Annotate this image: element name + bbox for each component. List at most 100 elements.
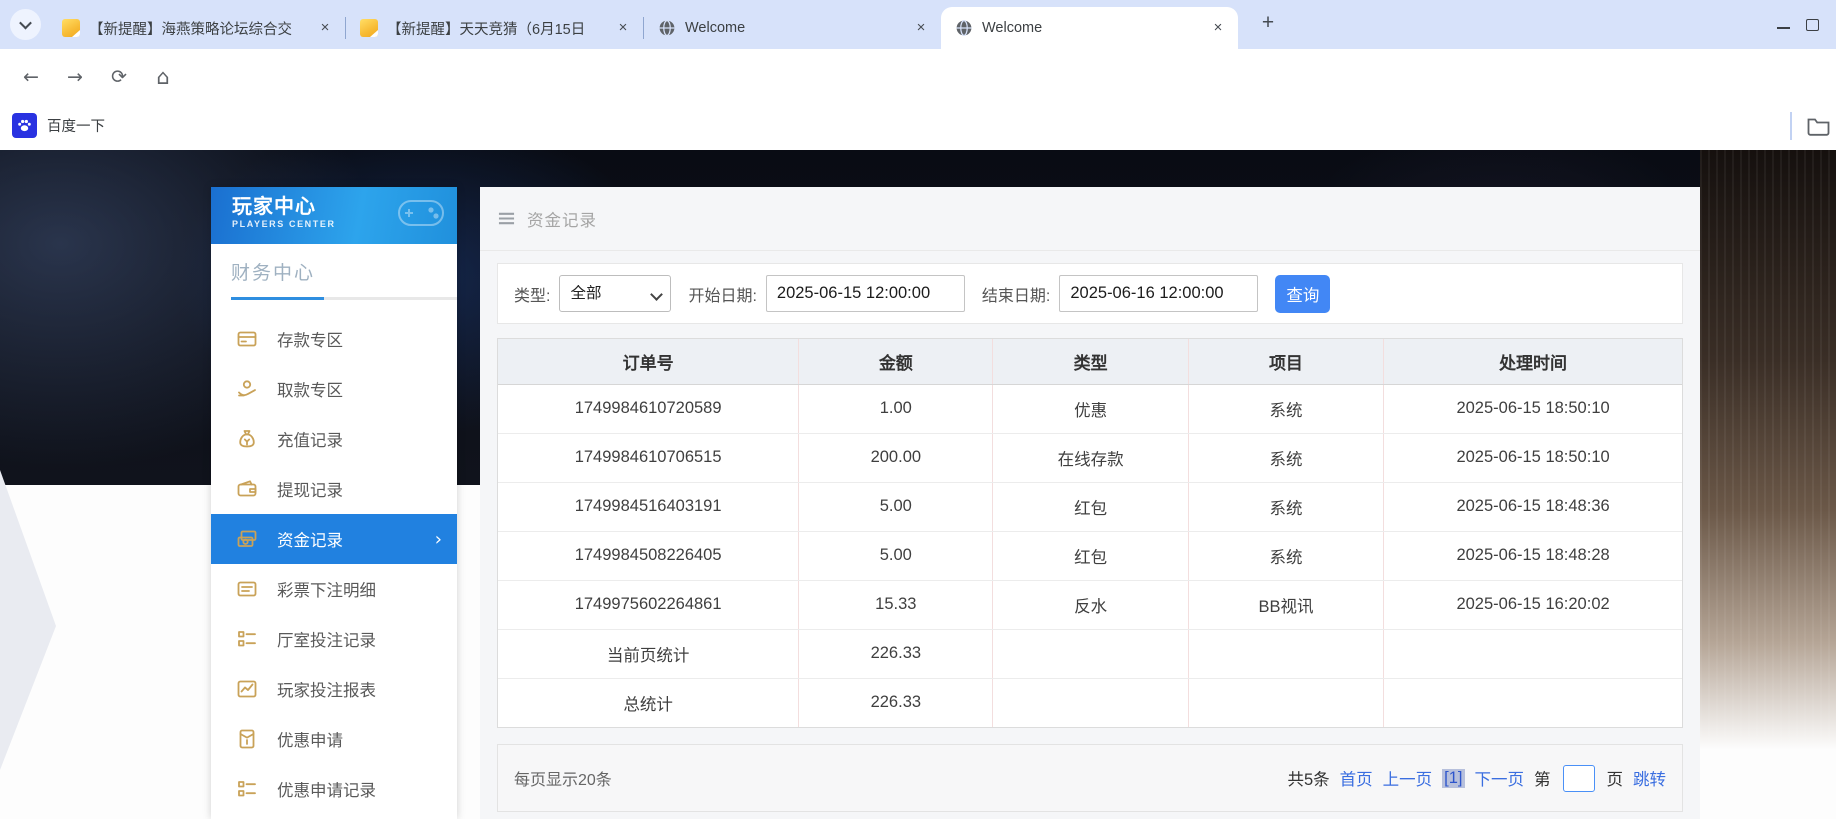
sidebar-item-label: 取款专区 [277, 382, 343, 400]
webpage-viewport: 玩家中心 PLAYERS CENTER 财务中心 存款专区取款专区充值记录提现记… [0, 150, 1836, 819]
sidebar-item-label: 彩票下注明细 [277, 582, 376, 600]
table-cell: 系统 [1188, 531, 1385, 581]
sidebar-item-label: 厅室投注记录 [277, 632, 376, 650]
tab-close-icon[interactable]: × [1208, 18, 1228, 38]
refresh-button[interactable]: ⟳ [104, 62, 134, 92]
funds-table-wrap: 订单号 金额 类型 项目 处理时间 1749984610720589 1.00 优惠 系统 20… [497, 338, 1683, 728]
table-cell: 1749975602264861 [498, 580, 800, 630]
bookmarks-divider [1790, 112, 1792, 140]
forward-button[interactable]: → [60, 62, 90, 92]
tab-search-button[interactable] [10, 9, 41, 40]
query-button[interactable]: 查询 [1275, 274, 1331, 313]
first-page-link[interactable]: 首页 [1340, 766, 1373, 790]
sidebar-item-label: 提现记录 [277, 482, 343, 500]
table-row: 当前页统计 226.33 [498, 629, 1682, 679]
sidebar-item-3[interactable]: 充值记录 [211, 414, 457, 464]
table-cell [1188, 678, 1385, 727]
forum-favicon [360, 19, 378, 37]
table-cell: 红包 [992, 531, 1189, 581]
sidebar-item-1[interactable]: 存款专区 [211, 314, 457, 364]
tab-title: 【新提醒】天天竞猜（6月15日 [387, 21, 586, 38]
table-cell: 优惠 [992, 384, 1189, 434]
browser-tab-strip: 【新提醒】海燕策略论坛综合交 × 【新提醒】天天竞猜（6月15日 × Welcome × W… [0, 0, 1836, 49]
bookmark-baidu[interactable]: 百度一下 [12, 113, 105, 138]
table-cell [992, 629, 1189, 679]
jump-suffix-label: 页 [1606, 771, 1624, 789]
minimize-button[interactable] [1760, 16, 1806, 34]
sidebar-item-label: 充值记录 [277, 432, 343, 450]
table-cell: 2025-06-15 16:20:02 [1383, 580, 1682, 630]
sidebar-item-2[interactable]: 取款专区 [211, 364, 457, 414]
table-row: 总统计 226.33 [498, 678, 1682, 727]
table-cell: 红包 [992, 482, 1189, 532]
table-cell [1383, 629, 1682, 679]
wallet-icon [236, 478, 258, 500]
next-page-link[interactable]: 下一页 [1475, 766, 1525, 790]
sidebar-item-label: 玩家投注报表 [277, 682, 376, 700]
end-date-label: 结束日期: [981, 287, 1051, 305]
forum-favicon [62, 19, 80, 37]
sidebar-section: 财务中心 [211, 244, 457, 300]
filter-bar: 类型: 全部 开始日期: 结束日期: 查询 [497, 263, 1683, 324]
tab-close-icon[interactable]: × [315, 18, 335, 38]
new-tab-button[interactable]: + [1255, 11, 1281, 37]
other-bookmarks-folder-icon[interactable] [1806, 115, 1831, 141]
player-center-sidebar: 玩家中心 PLAYERS CENTER 财务中心 存款专区取款专区充值记录提现记… [211, 187, 457, 819]
prev-page-link[interactable]: 上一页 [1383, 766, 1433, 790]
tab-close-icon[interactable]: × [613, 18, 633, 38]
home-button[interactable]: ⌂ [148, 62, 178, 92]
tab-title: Welcome [685, 20, 746, 36]
sidebar-item-9[interactable]: 优惠申请 [211, 714, 457, 764]
table-cell: 系统 [1188, 482, 1385, 532]
browser-tab-3[interactable]: Welcome × [644, 7, 941, 49]
table-header-cell: 金额 [798, 339, 994, 385]
maximize-button[interactable] [1806, 16, 1836, 34]
sidebar-item-label: 存款专区 [277, 332, 343, 350]
type-label: 类型: [514, 287, 551, 305]
table-cell: 1749984516403191 [498, 482, 800, 532]
sidebar-section-title: 财务中心 [231, 263, 316, 284]
pager: 共5条 首页 上一页 [1] 下一页 第 页 跳转 [1287, 764, 1666, 792]
sidebar-banner: 玩家中心 PLAYERS CENTER [211, 187, 457, 244]
sidebar-item-5[interactable]: 资金记录 › [211, 514, 457, 564]
jump-button[interactable]: 跳转 [1633, 766, 1666, 790]
back-button[interactable]: ← [16, 62, 46, 92]
end-date-input[interactable] [1059, 275, 1259, 312]
red-envelope-icon [236, 728, 258, 750]
table-cell: 15.33 [798, 580, 994, 630]
browser-tab-4[interactable]: Welcome × [941, 7, 1238, 49]
start-date-input[interactable] [765, 275, 965, 312]
ticket-list-icon [236, 578, 258, 600]
sidebar-menu: 存款专区 取款专区 充值记录 提现记录 资金记录 › 彩票下注明细 厅室投注记录 玩家投注报表优… [211, 314, 457, 814]
type-select-wrap: 全部 [559, 275, 672, 312]
table-cell: 2025-06-15 18:50:10 [1383, 384, 1682, 434]
tab-close-icon[interactable]: × [911, 18, 931, 38]
type-select[interactable]: 全部 [559, 275, 672, 312]
deposit-card-icon [236, 328, 258, 350]
globe-favicon [658, 19, 676, 37]
globe-favicon [955, 19, 973, 37]
sidebar-item-10[interactable]: 优惠申请记录 [211, 764, 457, 814]
current-page-indicator: [1] [1442, 768, 1465, 788]
window-controls [1760, 0, 1836, 49]
hall-list-icon [236, 628, 258, 650]
sidebar-item-label: 优惠申请记录 [277, 782, 376, 800]
section-underline [231, 297, 457, 300]
table-cell: 2025-06-15 18:48:28 [1383, 531, 1682, 581]
sidebar-item-7[interactable]: 厅室投注记录 [211, 614, 457, 664]
sidebar-item-6[interactable]: 彩票下注明细 [211, 564, 457, 614]
minimize-icon [1776, 26, 1790, 29]
browser-tab-1[interactable]: 【新提醒】海燕策略论坛综合交 × [48, 7, 345, 49]
sidebar-item-8[interactable]: 玩家投注报表 [211, 664, 457, 714]
hamburger-icon [498, 211, 515, 226]
tab-title: 【新提醒】海燕策略论坛综合交 [89, 21, 292, 38]
main-content: 资金记录 类型: 全部 开始日期: 结束日期: 查询 订单号金额类型项目处理时间… [480, 187, 1700, 819]
table-cell: 当前页统计 [498, 629, 800, 679]
hall-list-icon [236, 778, 258, 800]
sidebar-item-4[interactable]: 提现记录 [211, 464, 457, 514]
start-date-label: 开始日期: [688, 287, 757, 305]
bookmark-label: 百度一下 [47, 119, 105, 135]
browser-tab-2[interactable]: 【新提醒】天天竞猜（6月15日 × [346, 7, 643, 49]
jump-page-input[interactable] [1562, 764, 1595, 792]
withdraw-hand-icon [236, 378, 258, 400]
